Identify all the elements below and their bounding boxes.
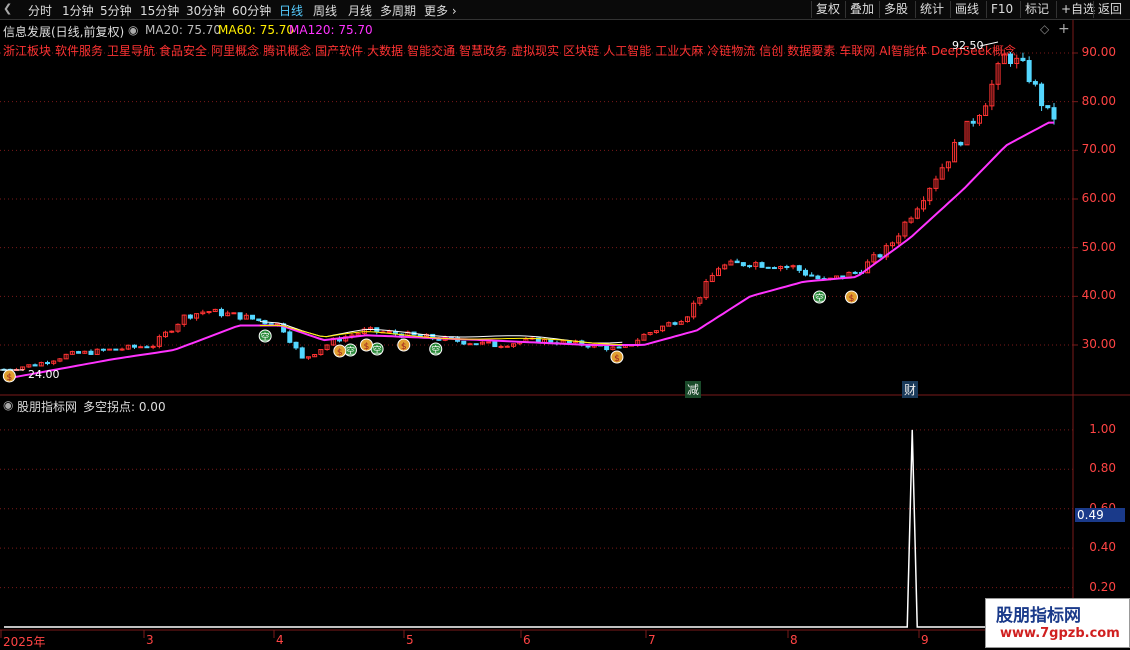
candle-body — [250, 314, 256, 320]
candle-body — [131, 344, 137, 348]
candle-body — [206, 311, 212, 314]
date-tick-label: 4 — [276, 633, 284, 647]
candle-body — [237, 312, 243, 320]
candle-body — [187, 314, 193, 319]
candle-body — [138, 346, 144, 349]
indicator-value-label: 多空拐点: 0.00 — [83, 400, 166, 414]
indicator-title: 股朋指标网 — [17, 400, 78, 414]
candle-body — [107, 348, 113, 351]
candle-body — [1020, 57, 1026, 62]
ind-y-tick-label: 0.80 — [1089, 461, 1116, 476]
candle-body — [32, 364, 38, 367]
indicator-line — [4, 429, 1070, 628]
candle-body — [293, 341, 299, 349]
money-marker-label: $ — [337, 348, 343, 358]
candle-body — [461, 340, 467, 345]
candle-body — [802, 269, 808, 276]
candle-body — [604, 345, 610, 351]
indicator-current-value: 0.49 — [1075, 508, 1125, 522]
y-tick-label: 30.00 — [1081, 337, 1116, 351]
candle-body — [299, 347, 305, 359]
candle-body — [100, 348, 106, 351]
candle-body — [231, 312, 237, 315]
y-tick-label: 80.00 — [1081, 93, 1116, 108]
candle-body — [76, 351, 82, 354]
candle-body — [486, 341, 492, 344]
candle-body — [759, 262, 765, 268]
candle-body — [473, 343, 479, 346]
date-tick-label: 3 — [146, 633, 154, 647]
high-price-label: 92.50 — [952, 39, 984, 52]
candle-body — [504, 345, 510, 348]
kong-marker-label: 空 — [373, 344, 382, 356]
money-marker-label: $ — [614, 354, 620, 364]
y-tick-label: 90.00 — [1081, 45, 1116, 59]
candle-body — [386, 330, 392, 333]
y-tick-label: 60.00 — [1081, 191, 1116, 205]
candle-body — [970, 120, 976, 124]
date-tick-label: 7 — [648, 633, 656, 647]
candle-body — [256, 318, 262, 321]
date-tick-label: 8 — [790, 633, 798, 647]
candle-body — [877, 254, 883, 258]
date-tick-label: 6 — [523, 633, 531, 647]
date-tick-label: 5 — [406, 633, 414, 647]
date-tick-label: 2025年 — [3, 635, 46, 649]
kong-marker-label: 空 — [815, 292, 824, 304]
y-tick-label: 70.00 — [1081, 142, 1116, 157]
candle-body — [1026, 60, 1032, 83]
candle-body — [218, 308, 224, 317]
watermark-url: www.7gpzb.com — [1000, 626, 1120, 641]
candle-body — [498, 345, 504, 348]
event-tag-cai[interactable]: 财 — [902, 381, 919, 398]
candle-body — [958, 141, 964, 146]
kong-marker-label: 空 — [261, 331, 270, 343]
candle-body — [1051, 107, 1057, 120]
candle-body — [492, 341, 498, 348]
candle-body — [113, 348, 119, 351]
candle-body — [119, 348, 125, 351]
money-marker-label: $ — [401, 342, 407, 352]
low-price-label: 24.00 — [28, 368, 60, 381]
chart-canvas: 空空空空空$$$ $$$ — [0, 20, 1130, 638]
y-tick-label: 40.00 — [1081, 288, 1116, 303]
candle-body — [672, 322, 678, 325]
candle-body — [144, 346, 150, 349]
candle-body — [771, 267, 777, 270]
watermark-title: 股朋指标网 — [996, 606, 1081, 626]
ind-y-tick-label: 1.00 — [1089, 421, 1116, 436]
candle-body — [467, 343, 473, 346]
candle-body — [734, 260, 740, 264]
candle-body — [1032, 81, 1038, 85]
indicator-collapse-icon[interactable]: ◉ — [3, 398, 13, 412]
candle-body — [44, 362, 50, 365]
candle-body — [1008, 53, 1014, 65]
ind-y-tick-label: 0.20 — [1089, 579, 1116, 594]
ind-y-tick-label: 0.40 — [1089, 540, 1116, 555]
kong-marker-label: 空 — [346, 345, 355, 357]
money-marker-label: $ — [6, 373, 12, 383]
watermark: 股朋指标网 www.7gpzb.com — [985, 598, 1130, 648]
candle-body — [88, 350, 94, 355]
date-tick-label: 9 — [921, 633, 929, 647]
candle-body — [796, 265, 802, 271]
candle-body — [1045, 105, 1051, 109]
candle-body — [784, 266, 790, 269]
candle-body — [287, 331, 293, 343]
y-tick-label: 50.00 — [1081, 239, 1116, 254]
kong-marker-label: 空 — [431, 344, 440, 356]
candle-body — [740, 262, 746, 267]
candle-body — [616, 346, 622, 349]
candle-body — [765, 266, 771, 269]
candle-body — [809, 274, 815, 277]
candle-body — [815, 275, 821, 280]
event-tag-jian[interactable]: 减 — [685, 381, 702, 398]
candle-body — [852, 271, 858, 274]
candle-body — [150, 345, 156, 348]
money-marker-label: $ — [364, 342, 370, 352]
candle-body — [747, 265, 753, 268]
candle-body — [1039, 83, 1045, 107]
money-marker-label: $ — [849, 294, 855, 304]
